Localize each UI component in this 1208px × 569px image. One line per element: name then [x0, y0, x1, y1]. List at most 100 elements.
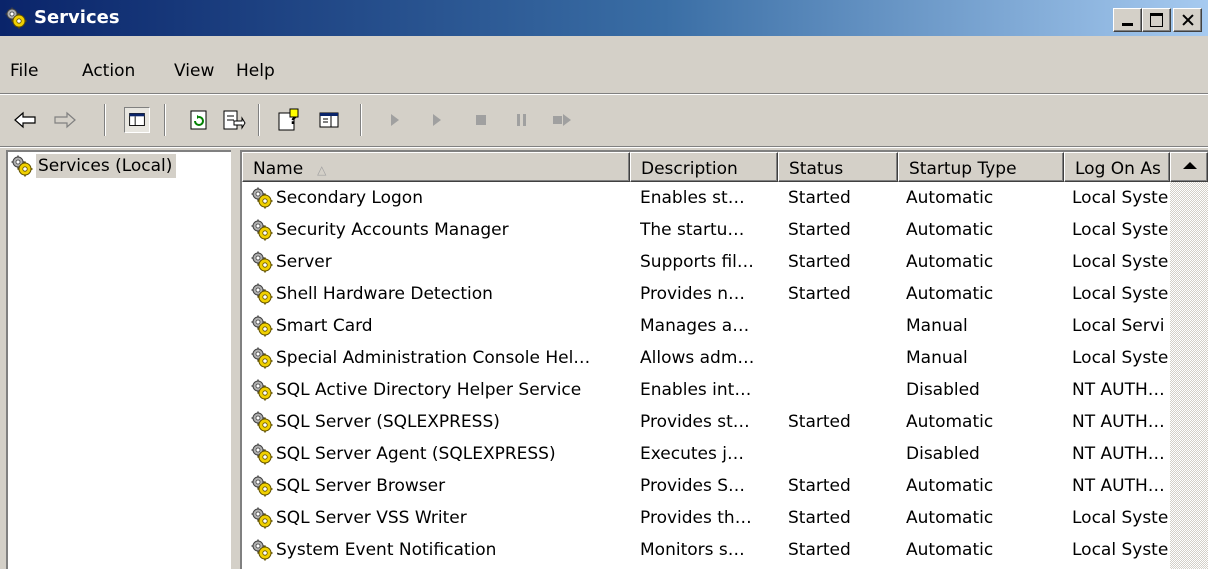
- help-icon[interactable]: ?: [276, 107, 302, 133]
- service-startup-type: Disabled: [906, 380, 980, 400]
- service-name: Secondary Logon: [276, 188, 423, 208]
- tree-item-services-local[interactable]: Services (Local): [10, 152, 177, 180]
- service-name-cell: SQL Server (SQLEXPRESS): [250, 406, 630, 438]
- service-row[interactable]: SQL Server (SQLEXPRESS) Provides st… Start…: [242, 406, 1172, 438]
- column-header-label: Name: [253, 159, 304, 179]
- service-row[interactable]: SQL Server Browser Provides S… Started Auto…: [242, 470, 1172, 502]
- menu-action[interactable]: Action: [82, 61, 135, 81]
- service-name-cell: SQL Active Directory Helper Service: [250, 374, 630, 406]
- service-status: Started: [788, 220, 851, 240]
- sort-ascending-icon: △: [317, 163, 327, 177]
- menu-file[interactable]: File: [10, 61, 38, 81]
- back-icon[interactable]: [12, 107, 38, 133]
- service-row[interactable]: Special Administration Console Hel… Allow…: [242, 342, 1172, 374]
- services-gear-icon: [10, 155, 34, 177]
- export-list-icon[interactable]: [220, 107, 246, 133]
- column-header-description[interactable]: Description: [630, 152, 778, 182]
- service-row[interactable]: SQL Server Agent (SQLEXPRESS) Executes j……: [242, 438, 1172, 470]
- service-status: [788, 374, 896, 406]
- column-header-label: Description: [641, 159, 738, 179]
- service-startup-type: Automatic: [906, 508, 994, 528]
- service-name-cell: Shell Hardware Detection: [250, 278, 630, 310]
- service-gear-icon: [250, 475, 274, 497]
- service-row[interactable]: SQL Active Directory Helper Service Enabl…: [242, 374, 1172, 406]
- service-row[interactable]: Smart Card Manages a… Manual Local Servi: [242, 310, 1172, 342]
- service-status: Started: [788, 252, 851, 272]
- close-button[interactable]: [1173, 8, 1202, 32]
- resume-service-icon[interactable]: [424, 107, 450, 133]
- toolbar-separator: [164, 104, 166, 136]
- show-hide-tree-icon[interactable]: [124, 107, 150, 133]
- tree-item-label: Services (Local): [36, 154, 177, 178]
- service-description: Enables int…: [640, 380, 752, 400]
- vertical-scrollbar[interactable]: [1170, 152, 1208, 569]
- service-startup-type: Automatic: [906, 284, 994, 304]
- column-header-status[interactable]: Status: [778, 152, 898, 182]
- stop-service-icon[interactable]: [468, 107, 494, 133]
- restart-service-icon[interactable]: [548, 107, 574, 133]
- column-header-log-on-as[interactable]: Log On As: [1064, 152, 1170, 182]
- column-header-startup-type[interactable]: Startup Type: [898, 152, 1064, 182]
- service-description: Allows adm…: [640, 348, 755, 368]
- properties-icon[interactable]: [316, 107, 342, 133]
- service-gear-icon: [250, 411, 274, 433]
- service-description: Provides st…: [640, 412, 750, 432]
- service-startup-type: Automatic: [906, 220, 994, 240]
- menu-help[interactable]: Help: [236, 61, 275, 81]
- service-log-on-as: NT AUTH…: [1072, 412, 1165, 432]
- service-name: SQL Server (SQLEXPRESS): [276, 412, 500, 432]
- service-name: Special Administration Console Hel…: [276, 348, 591, 368]
- service-startup-type: Disabled: [906, 444, 980, 464]
- service-row[interactable]: Shell Hardware Detection Provides n… Start…: [242, 278, 1172, 310]
- minimize-button[interactable]: [1113, 8, 1142, 32]
- service-row[interactable]: Secondary Logon Enables st… Started Automat…: [242, 182, 1172, 214]
- service-name-cell: SQL Server VSS Writer: [250, 502, 630, 534]
- services-list-pane[interactable]: Name △ Description Status Startup Type Lo…: [240, 150, 1208, 569]
- service-name-cell: Security Accounts Manager: [250, 214, 630, 246]
- service-name-cell: Server: [250, 246, 630, 278]
- toolbar-separator: [258, 104, 260, 136]
- service-log-on-as: Local Syste: [1072, 252, 1169, 272]
- service-name: Shell Hardware Detection: [276, 284, 493, 304]
- column-header-label: Status: [789, 159, 844, 179]
- service-name-cell: SQL Server Browser: [250, 470, 630, 502]
- service-log-on-as: Local Syste: [1072, 188, 1169, 208]
- service-log-on-as: Local Syste: [1072, 220, 1169, 240]
- service-name: SQL Server Agent (SQLEXPRESS): [276, 444, 556, 464]
- service-name: System Event Notification: [276, 540, 497, 560]
- service-startup-type: Manual: [906, 316, 968, 336]
- service-status: Started: [788, 508, 851, 528]
- service-row[interactable]: SQL Server VSS Writer Provides th… Started…: [242, 502, 1172, 534]
- service-name: SQL Server Browser: [276, 476, 446, 496]
- menu-view[interactable]: View: [174, 61, 214, 81]
- service-gear-icon: [250, 283, 274, 305]
- service-status: Started: [788, 540, 851, 560]
- title-bar[interactable]: Services: [0, 0, 1208, 36]
- service-gear-icon: [250, 315, 274, 337]
- service-name: SQL Active Directory Helper Service: [276, 380, 582, 400]
- service-description: The startu…: [640, 220, 745, 240]
- pause-service-icon[interactable]: [508, 107, 534, 133]
- service-name: Smart Card: [276, 316, 373, 336]
- service-row[interactable]: System Event Notification Monitors s… Star…: [242, 534, 1172, 566]
- service-row[interactable]: Server Supports fil… Started Automatic Local…: [242, 246, 1172, 278]
- service-name-cell: System Event Notification: [250, 534, 630, 566]
- service-description: Provides n…: [640, 284, 746, 304]
- service-startup-type: Automatic: [906, 540, 994, 560]
- start-service-icon[interactable]: [382, 107, 408, 133]
- service-description: Enables st…: [640, 188, 745, 208]
- service-description: Supports fil…: [640, 252, 754, 272]
- service-gear-icon: [250, 347, 274, 369]
- column-header-name[interactable]: Name △: [242, 152, 630, 182]
- service-row[interactable]: Security Accounts Manager The startu… Star…: [242, 214, 1172, 246]
- refresh-icon[interactable]: [186, 107, 212, 133]
- scroll-up-button[interactable]: [1170, 152, 1208, 182]
- console-tree-pane[interactable]: Services (Local): [6, 150, 231, 569]
- service-gear-icon: [250, 219, 274, 241]
- toolbar: ?: [0, 98, 1208, 144]
- service-status: Started: [788, 284, 851, 304]
- service-description: Monitors s…: [640, 540, 745, 560]
- maximize-button[interactable]: [1142, 8, 1171, 32]
- forward-icon[interactable]: [52, 107, 78, 133]
- toolbar-divider-highlight: [0, 147, 1208, 148]
